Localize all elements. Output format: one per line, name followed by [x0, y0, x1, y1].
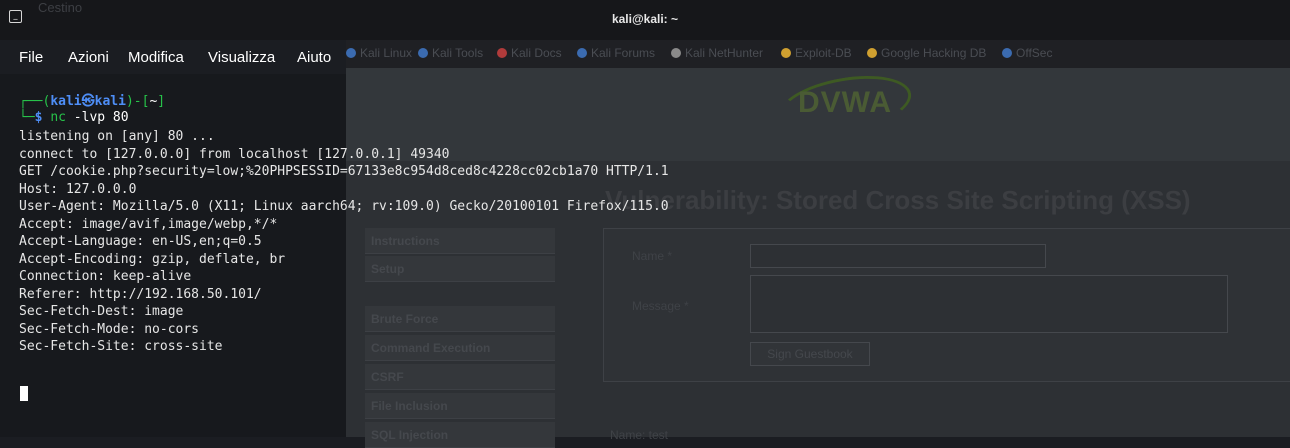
bookmark-item[interactable]: Exploit-DB — [781, 46, 852, 60]
name-label: Name * — [632, 249, 673, 263]
bookmark-item[interactable]: Google Hacking DB — [867, 46, 986, 60]
bookmark-item[interactable]: Kali Docs — [497, 46, 562, 60]
menu-file[interactable]: File — [19, 49, 43, 66]
menu-azioni[interactable]: Azioni — [68, 49, 109, 66]
menu-aiuto[interactable]: Aiuto — [297, 49, 331, 66]
terminal-area[interactable] — [0, 74, 346, 437]
menu-visualizza[interactable]: Visualizza — [208, 49, 275, 66]
bookmark-icon — [671, 48, 681, 58]
bookmark-label: Kali Tools — [432, 46, 484, 60]
bookmark-icon — [418, 48, 428, 58]
dvwa-menu-sql-injection[interactable]: SQL Injection — [365, 422, 555, 448]
terminal-window[interactable]: File Azioni Modifica Visualizza Aiuto — [0, 0, 346, 437]
bookmark-icon — [346, 48, 356, 58]
name-input[interactable] — [750, 244, 1046, 268]
dvwa-menu-file-inclusion[interactable]: File Inclusion — [365, 393, 555, 419]
terminal-cursor — [20, 386, 28, 401]
page-title: Vulnerability: Stored Cross Site Scripti… — [605, 185, 1191, 215]
window-title: kali@kali: ~ — [611, 12, 679, 26]
bookmark-label: Kali NetHunter — [685, 46, 764, 60]
menu-modifica[interactable]: Modifica — [128, 49, 184, 66]
bookmark-icon — [781, 48, 791, 58]
bookmark-label: Google Hacking DB — [881, 46, 987, 60]
terminal-menubar: File Azioni Modifica Visualizza Aiuto — [0, 40, 346, 74]
bookmark-item[interactable]: Kali Forums — [577, 46, 655, 60]
bookmark-item[interactable]: OffSec — [1002, 46, 1052, 60]
bookmark-item[interactable]: Kali Tools — [418, 46, 483, 60]
dvwa-menu-command-execution[interactable]: Command Execution — [365, 335, 555, 361]
bookmark-item[interactable]: Kali NetHunter — [671, 46, 763, 60]
bookmark-icon — [867, 48, 877, 58]
dvwa-header: DVWA — [300, 66, 1290, 161]
bookmark-icon — [1002, 48, 1012, 58]
dvwa-logo: DVWA — [798, 86, 892, 119]
bookmark-label: Kali Linux — [360, 46, 413, 60]
dvwa-menu-csrf[interactable]: CSRF — [365, 364, 555, 390]
dvwa-body: Vulnerability: Stored Cross Site Scripti… — [300, 161, 1290, 448]
dvwa-menu-brute-force[interactable]: Brute Force — [365, 306, 555, 332]
sign-guestbook-button[interactable]: Sign Guestbook — [750, 342, 870, 366]
bookmark-icon — [577, 48, 587, 58]
message-label: Message * — [632, 299, 689, 313]
bookmark-label: Kali Docs — [511, 46, 562, 60]
bookmark-icon — [497, 48, 507, 58]
bookmark-label: Kali Forums — [591, 46, 656, 60]
dvwa-menu-setup[interactable]: Setup — [365, 256, 555, 282]
bookmark-label: OffSec — [1016, 46, 1053, 60]
message-textarea[interactable] — [750, 275, 1228, 333]
dvwa-menu-instructions[interactable]: Instructions — [365, 228, 555, 254]
bookmark-item[interactable]: Kali Linux — [346, 46, 412, 60]
bookmark-label: Exploit-DB — [795, 46, 852, 60]
guestbook-form: Name * Message * Sign Guestbook — [603, 228, 1290, 382]
guestbook-entry: Name: test — [610, 428, 669, 442]
terminal-titlebar[interactable]: _ kali@kali: ~ — [0, 0, 1290, 40]
